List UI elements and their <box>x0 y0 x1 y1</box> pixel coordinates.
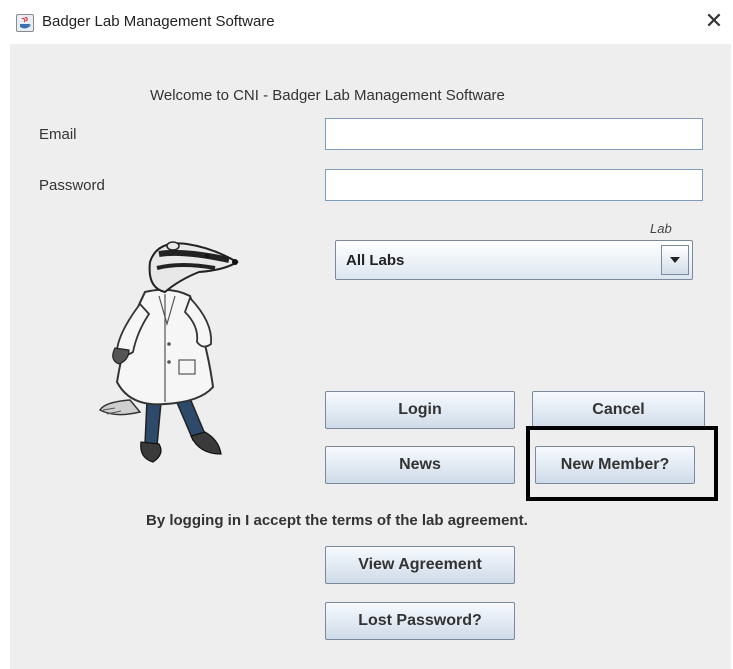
email-field[interactable] <box>325 118 703 150</box>
chevron-down-icon[interactable] <box>661 245 689 275</box>
password-field[interactable] <box>325 169 703 201</box>
new-member-highlight-box <box>526 426 718 501</box>
agreement-notice: By logging in I accept the terms of the … <box>146 512 528 529</box>
title-bar: Badger Lab Management Software ✕ <box>0 0 733 44</box>
email-label: Email <box>39 126 77 143</box>
login-button[interactable]: Login <box>325 391 515 429</box>
cancel-button[interactable]: Cancel <box>532 391 705 429</box>
window-title: Badger Lab Management Software <box>42 13 275 30</box>
lab-select[interactable]: All Labs <box>335 240 693 280</box>
welcome-heading: Welcome to CNI - Badger Lab Management S… <box>150 87 505 104</box>
close-button[interactable]: ✕ <box>700 8 728 36</box>
lost-password-button[interactable]: Lost Password? <box>325 602 515 640</box>
news-button[interactable]: News <box>325 446 515 484</box>
badger-lab-coat-illustration <box>95 232 255 477</box>
password-label: Password <box>39 177 105 194</box>
lab-select-value: All Labs <box>346 252 405 269</box>
lab-label: Lab <box>650 221 672 236</box>
java-app-icon <box>16 14 34 32</box>
view-agreement-button[interactable]: View Agreement <box>325 546 515 584</box>
